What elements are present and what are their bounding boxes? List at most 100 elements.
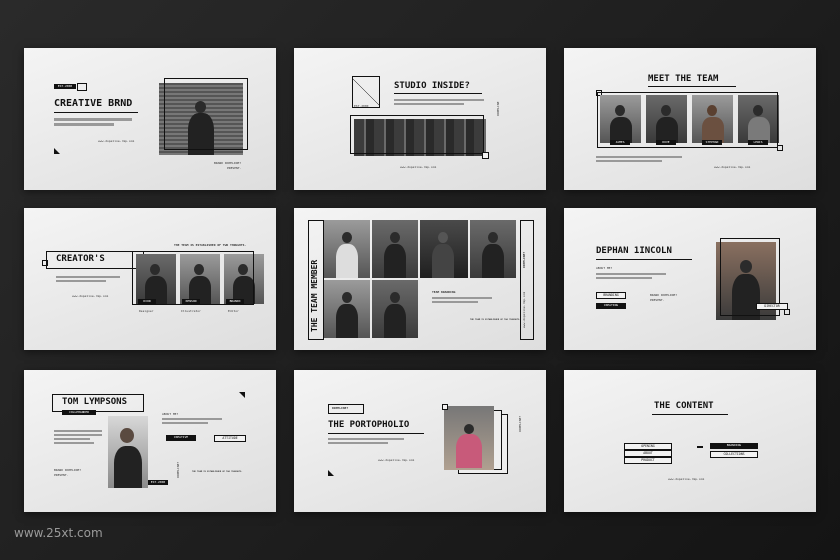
- slide-title: TOM LYMPSONS: [62, 397, 128, 407]
- title-underline: [54, 112, 138, 113]
- est-badge: EST.2000: [148, 480, 168, 485]
- vertical-title: THE TEAM MEMBER: [310, 259, 319, 332]
- brand-label: BRAND DOPELINE?: [650, 293, 678, 297]
- slide-title: STUDIO INSIDE?: [394, 81, 470, 91]
- body-text: [432, 297, 492, 303]
- member-photo: [324, 220, 370, 278]
- slide-title: CREATOR'S: [56, 254, 105, 264]
- slide-creators[interactable]: CREATOR'S THE TEAM IS ESTABLISHED OF TWO…: [24, 208, 276, 350]
- member-name: JAMES: [610, 140, 630, 145]
- group-frame: [132, 251, 254, 305]
- team-branding-label: TEAM BRANDING: [432, 290, 456, 294]
- creator-role: Editor: [228, 309, 239, 313]
- slide-studio-inside[interactable]: EST.2000 STUDIO INSIDE? DOPELINE www.dop…: [294, 48, 546, 190]
- creator-name: BRANDO: [226, 299, 244, 304]
- body-text: [394, 99, 484, 105]
- brand-label: BRAND DOPELINE?: [54, 468, 82, 472]
- body-text: [54, 118, 134, 126]
- title-underline: [648, 86, 736, 87]
- body-text: [56, 276, 120, 282]
- slide-meet-the-team[interactable]: MEET THE TEAM JAMES DOVE STEPHAN LEWIS w…: [564, 48, 816, 190]
- square-icon: [42, 260, 48, 266]
- tag-label: DOPELINE?: [332, 406, 349, 410]
- content-item-active[interactable]: BRANDING: [710, 443, 758, 449]
- body-text: [162, 418, 222, 424]
- portfolio-photo: [444, 406, 494, 470]
- slide-portfolio[interactable]: DOPELINE? THE PORTOPHOLIO www.dopeline-r…: [294, 370, 546, 512]
- content-item[interactable]: COLLECTIONS: [710, 451, 758, 458]
- est-badge: EST.2000: [54, 84, 76, 89]
- url-text: www.dopeline-rmp.com: [400, 165, 437, 169]
- title-underline: [394, 93, 482, 94]
- corner-triangle-icon: [328, 470, 334, 476]
- member-name: STEPHAN: [702, 140, 722, 145]
- creator-role: Illustrator: [181, 309, 201, 313]
- creator-role: Designer: [139, 309, 154, 313]
- slide-title: DEPHAN 1INCOLN: [596, 246, 672, 256]
- content-item[interactable]: ABOUT: [624, 450, 672, 457]
- present-label: PRESENT.: [54, 473, 69, 477]
- slide-the-content[interactable]: THE CONTENT OPENING ABOUT PRODUCT BRANDI…: [564, 370, 816, 512]
- slide-title: THE CONTENT: [654, 401, 714, 411]
- url-text: www.dopeline-rmp.com: [714, 165, 751, 169]
- about-label: ABOUT ME?: [596, 266, 613, 270]
- note-text: THE TEAM IS ESTABLISHED OF TWO THOUGHTS.: [470, 318, 521, 321]
- creator-name: KENSON: [182, 299, 200, 304]
- square-icon: [442, 404, 448, 410]
- creating-tag: CREATING: [596, 303, 626, 309]
- about-label: ABOUT ME?: [162, 412, 179, 416]
- body-text: [328, 438, 404, 444]
- photo-frame: [164, 78, 248, 150]
- present-label: PRESENT.: [650, 298, 665, 302]
- member-photo: [372, 220, 418, 278]
- side-label: DOPELINE: [496, 101, 500, 116]
- est-label: EST.2000: [354, 104, 369, 108]
- content-item[interactable]: PRODUCT: [624, 457, 672, 464]
- slide-dephan-lincoln[interactable]: DEPHAN 1INCOLN ABOUT ME? BRANDING CREATI…: [564, 208, 816, 350]
- square-icon: [784, 309, 790, 315]
- side-label: DOPELINE?: [176, 461, 180, 478]
- corner-triangle-icon: [239, 392, 245, 398]
- url-text: www.dopeline-rmp.com: [98, 139, 135, 143]
- title-underline: [652, 414, 728, 415]
- square-icon: [777, 145, 783, 151]
- content-item[interactable]: OPENING: [624, 443, 672, 450]
- square-icon: [482, 152, 489, 159]
- side-url: www.dopeline-rmp.com: [522, 291, 526, 328]
- member-photo: [470, 220, 516, 278]
- creative-tag: CREATIVE: [166, 435, 196, 441]
- attitude-tag: ATTITUDE: [214, 435, 246, 442]
- slide-title: MEET THE TEAM: [648, 74, 719, 84]
- side-label: DOPELINE?: [518, 415, 522, 432]
- note-text: THE TEAM IS ESTABLISHED OF TWO THOUGHTS.: [174, 243, 247, 247]
- url-text: www.dopeline-rmp.com: [72, 294, 109, 298]
- side-label: DOPELINE?: [522, 251, 526, 268]
- note-text: THE TEAM IS ESTABLISHED OF TWO THOUGHTS.: [192, 470, 243, 473]
- footer-present: PRESENT.: [227, 166, 242, 170]
- slide-title: CREATIVE BRND: [54, 98, 133, 109]
- member-photo: [372, 280, 418, 338]
- corner-triangle-icon: [54, 148, 60, 154]
- dash-icon: [697, 446, 703, 448]
- badge-box: [77, 83, 87, 91]
- slide-title: THE PORTOPHOLIO: [328, 420, 410, 430]
- portrait-photo: [108, 416, 148, 488]
- slide-creative-brand[interactable]: EST.2000 CREATIVE BRND www.dopeline-rmp.…: [24, 48, 276, 190]
- body-text: [596, 156, 682, 162]
- member-name: LEWIS: [748, 140, 768, 145]
- creator-name: DION: [138, 299, 156, 304]
- slide-tom-lympsons[interactable]: TOM LYMPSONS COLLPHANDER BRAND DOPELINE?…: [24, 370, 276, 512]
- member-photo: [324, 280, 370, 338]
- watermark: www.25xt.com: [14, 526, 103, 540]
- url-text: www.dopeline-rmp.com: [378, 458, 415, 462]
- photo-frame: [350, 115, 484, 154]
- body-text: [596, 273, 666, 279]
- title-underline: [596, 259, 692, 260]
- member-name: DOVE: [656, 140, 676, 145]
- slide-team-member[interactable]: THE TEAM MEMBER DOPELINE? www.dopeline-r…: [294, 208, 546, 350]
- body-text: [54, 430, 102, 444]
- footer-brand: BRAND DOPELINE?: [214, 161, 242, 165]
- branding-tag: BRANDING: [596, 292, 626, 299]
- title-underline: [328, 433, 424, 434]
- url-text: www.dopeline-rmp.com: [668, 477, 705, 481]
